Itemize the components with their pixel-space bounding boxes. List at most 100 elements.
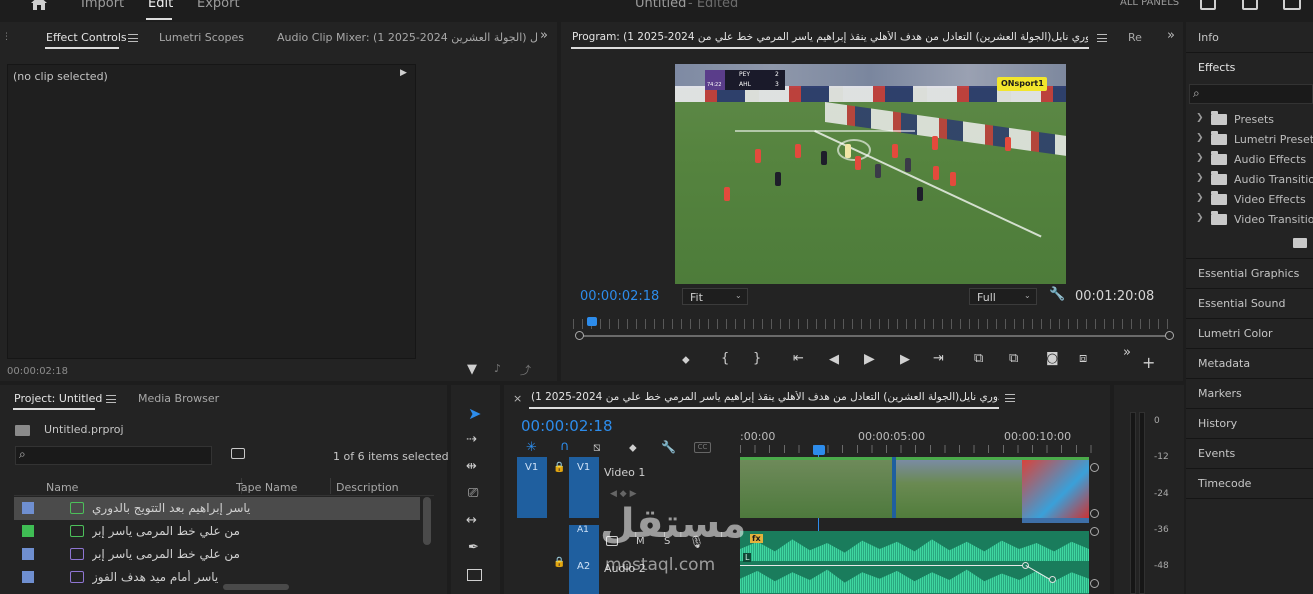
volume-keyframe[interactable]: [1049, 576, 1056, 583]
microphone-icon[interactable]: 🎙: [689, 535, 704, 549]
more-tabs-icon[interactable]: »: [1167, 28, 1175, 43]
panel-history[interactable]: History: [1198, 417, 1237, 430]
close-icon[interactable]: ×: [513, 392, 522, 405]
label-color-swatch[interactable]: [22, 525, 34, 537]
go-to-out-icon[interactable]: ⇥: [933, 351, 944, 366]
video-clip-3[interactable]: [896, 457, 1022, 518]
v-scroll-handle[interactable]: [1090, 579, 1099, 588]
panel-timecode[interactable]: Timecode: [1198, 477, 1251, 490]
label-color-swatch[interactable]: [22, 571, 34, 583]
extract-icon[interactable]: ⧉: [1009, 351, 1018, 366]
tab-info[interactable]: Info: [1198, 31, 1219, 44]
video-frame[interactable]: PEY 2 AHL 3 74:22 ONsport1: [675, 64, 1066, 284]
lock-icon[interactable]: 🔒: [553, 557, 565, 568]
lock-icon[interactable]: 🔒: [553, 462, 565, 473]
program-monitor-tab[interactable]: Program: (1 2025-2024 دوري نايل(الجولة ا…: [572, 31, 1088, 43]
panel-markers[interactable]: Markers: [1198, 387, 1242, 400]
audio-clip[interactable]: fx L: [740, 531, 1089, 594]
add-edit-icon[interactable]: ⧅: [593, 440, 601, 455]
quick-export-icon[interactable]: [1242, 0, 1258, 10]
tab-reference-monitor[interactable]: Re: [1128, 31, 1142, 44]
keyframe-nav-icon[interactable]: ◀ ◆ ▶: [610, 489, 637, 499]
panel-essential-sound[interactable]: Essential Sound: [1198, 297, 1285, 310]
quality-dropdown[interactable]: Full ⌄: [969, 288, 1037, 305]
new-bin-icon[interactable]: [1293, 238, 1307, 248]
playhead[interactable]: [813, 445, 825, 455]
expand-arrow-icon[interactable]: ▶: [400, 68, 407, 78]
add-marker-icon[interactable]: ⬥: [682, 353, 690, 367]
lift-icon[interactable]: ⧉: [974, 351, 983, 366]
v-scroll-handle[interactable]: [1090, 463, 1099, 472]
effects-search-input[interactable]: ⌕: [1189, 84, 1313, 104]
home-icon[interactable]: [30, 0, 48, 11]
go-to-in-icon[interactable]: ⇤: [793, 351, 804, 366]
captions-icon[interactable]: CC: [694, 442, 711, 453]
playhead-marker[interactable]: [587, 317, 597, 326]
project-h-scrollbar[interactable]: [223, 584, 289, 590]
effects-item-presets[interactable]: ❯ Presets: [1186, 110, 1313, 130]
step-back-icon[interactable]: ◀: [829, 352, 839, 367]
tab-media-browser[interactable]: Media Browser: [138, 392, 219, 405]
tab-audio-clip-mixer[interactable]: Audio Clip Mixer: (1 2025-2024 دوري نايل…: [277, 31, 537, 44]
effects-item-video-effects[interactable]: ❯ Video Effects: [1186, 190, 1313, 210]
play-audio-icon[interactable]: ♪: [494, 362, 501, 375]
program-timecode[interactable]: 00:00:02:18: [580, 289, 659, 304]
project-row[interactable]: ياسر أمام ميد هدف الفوز: [14, 566, 420, 589]
a2-source-patch[interactable]: [569, 525, 599, 594]
snap-icon[interactable]: ✳: [526, 440, 537, 455]
effect-controls-menu-icon[interactable]: [128, 34, 138, 42]
razor-tool-icon[interactable]: ⎚: [468, 486, 478, 501]
fit-dropdown[interactable]: Fit ⌄: [682, 288, 748, 305]
export-frame-icon[interactable]: ◙: [1046, 351, 1059, 366]
record-icon[interactable]: [606, 536, 618, 546]
tab-effect-controls[interactable]: Effect Controls: [46, 31, 127, 44]
video-clip-4[interactable]: [1022, 457, 1089, 518]
workspace-icon[interactable]: [1200, 0, 1216, 10]
tab-project[interactable]: Project: Untitled: [14, 392, 102, 405]
label-color-swatch[interactable]: [22, 548, 34, 560]
effects-item-audio-transitions[interactable]: ❯ Audio Transitions: [1186, 170, 1313, 190]
selection-tool-icon[interactable]: ➤: [468, 404, 481, 423]
column-tape-name[interactable]: Tape Name: [236, 481, 326, 494]
rectangle-tool-icon[interactable]: [467, 569, 482, 581]
project-scrollbar[interactable]: [423, 497, 431, 545]
project-row[interactable]: ياسر إبراهيم بعد التتويج بالدوري: [14, 497, 420, 520]
step-forward-icon[interactable]: ▶: [900, 352, 910, 367]
v-scroll-handle[interactable]: [1090, 527, 1099, 536]
track-select-tool-icon[interactable]: ⇢: [466, 432, 477, 447]
zoom-handle-left[interactable]: [575, 331, 584, 340]
panel-essential-graphics[interactable]: Essential Graphics: [1198, 267, 1299, 280]
linked-selection-icon[interactable]: ∩: [560, 439, 570, 454]
v-scroll-handle[interactable]: [1090, 509, 1099, 518]
button-editor-icon[interactable]: +: [1142, 353, 1155, 372]
label-color-swatch[interactable]: [22, 502, 34, 514]
filter-icon[interactable]: ▼: [467, 362, 477, 377]
program-menu-icon[interactable]: [1097, 34, 1107, 42]
export-frame-icon[interactable]: ⤴: [520, 362, 531, 378]
timeline-menu-icon[interactable]: [1005, 394, 1015, 402]
zoom-scrollbar[interactable]: [579, 335, 1169, 337]
pen-tool-icon[interactable]: ✒: [468, 540, 479, 555]
panel-metadata[interactable]: Metadata: [1198, 357, 1250, 370]
project-row[interactable]: من علي خط المرمى ياسر إبراه: [14, 520, 420, 543]
fullscreen-icon[interactable]: [1283, 0, 1301, 10]
timeline-sequence-tab[interactable]: (1 2025-2024 دوري نايل(الجولة العشرين) ا…: [531, 391, 999, 403]
volume-rubber-band[interactable]: [740, 565, 1025, 566]
column-name[interactable]: Name: [46, 481, 78, 494]
ripple-edit-tool-icon[interactable]: ⇹: [466, 459, 477, 474]
timeline-timecode[interactable]: 00:00:02:18: [521, 417, 613, 435]
more-tabs-icon[interactable]: »: [540, 28, 548, 43]
new-bin-search-icon[interactable]: [231, 448, 245, 459]
tab-lumetri-scopes[interactable]: Lumetri Scopes: [159, 31, 244, 44]
time-ruler[interactable]: [573, 319, 1173, 329]
video-clip-1[interactable]: [740, 457, 892, 518]
mark-in-icon[interactable]: {: [721, 351, 729, 366]
mute-button[interactable]: M: [636, 536, 645, 547]
solo-button[interactable]: S: [664, 536, 670, 547]
more-buttons-icon[interactable]: »: [1123, 345, 1131, 360]
effects-item-lumetri-presets[interactable]: ❯ Lumetri Presets: [1186, 130, 1313, 150]
panel-lumetri-color[interactable]: Lumetri Color: [1198, 327, 1273, 340]
effects-item-video-transitions[interactable]: ❯ Video Transitions: [1186, 210, 1313, 230]
import-tab[interactable]: Import: [81, 0, 124, 11]
fx-badge[interactable]: fx: [750, 534, 763, 543]
